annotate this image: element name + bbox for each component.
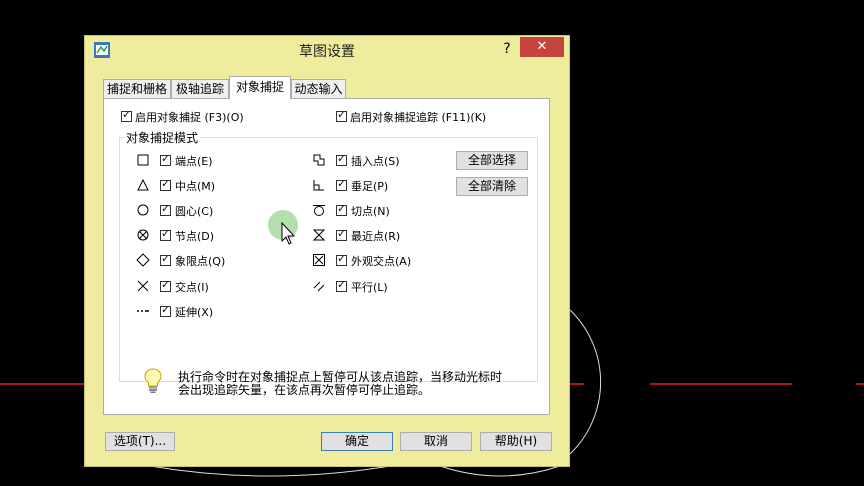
midpoint-checkbox[interactable] bbox=[160, 177, 171, 191]
extension-label: 延伸(X) bbox=[175, 306, 214, 319]
endpoint-label: 端点(E) bbox=[175, 155, 213, 168]
cancel-button[interactable]: 取消 bbox=[400, 432, 472, 451]
intersection-checkbox[interactable] bbox=[160, 278, 171, 292]
tangent-checkbox[interactable] bbox=[336, 202, 347, 216]
nearest-marker-icon bbox=[312, 229, 326, 241]
extension-checkbox[interactable] bbox=[160, 303, 171, 317]
tab-object-snap[interactable]: 对象捕捉 bbox=[229, 76, 291, 99]
mouse-cursor-icon bbox=[268, 210, 298, 245]
close-button[interactable]: ✕ bbox=[520, 37, 564, 57]
snap-modes-group: 对象捕捉模式 端点(E) 中点(M) 圆心(C) 节点(D) 象限点(Q) 交点… bbox=[119, 129, 538, 382]
options-button[interactable]: 选项(T)... bbox=[105, 432, 175, 451]
center-label: 圆心(C) bbox=[175, 205, 214, 218]
node-checkbox[interactable] bbox=[160, 227, 171, 241]
circle-marker-icon bbox=[137, 204, 149, 216]
perpendicular-marker-icon bbox=[313, 180, 324, 191]
tracking-hint: 执行命令时在对象捕捉点上暂停可从该点追踪，当移动光标时 会出现追踪矢量，在该点再… bbox=[178, 371, 502, 397]
quadrant-label: 象限点(Q) bbox=[175, 255, 226, 268]
perpendicular-label: 垂足(P) bbox=[351, 180, 389, 193]
parallel-marker-icon bbox=[313, 281, 325, 292]
enable-osnap-label: 启用对象捕捉 (F3)(O) bbox=[135, 111, 244, 124]
ok-button[interactable]: 确定 bbox=[321, 432, 393, 451]
group-title: 对象捕捉模式 bbox=[124, 129, 201, 146]
quadrant-checkbox[interactable] bbox=[160, 252, 171, 266]
triangle-marker-icon bbox=[137, 178, 149, 191]
circle-arc bbox=[569, 309, 602, 455]
tangent-label: 切点(N) bbox=[351, 205, 390, 218]
apparent-intersection-marker-icon bbox=[313, 254, 325, 266]
midpoint-label: 中点(M) bbox=[175, 180, 216, 193]
center-checkbox[interactable] bbox=[160, 202, 171, 216]
enable-tracking-checkbox[interactable] bbox=[336, 108, 347, 122]
hint-line-2: 会出现追踪矢量，在该点再次暂停可停止追踪。 bbox=[178, 383, 431, 397]
enable-tracking-label: 启用对象捕捉追踪 (F11)(K) bbox=[350, 111, 487, 124]
tangent-marker-icon bbox=[313, 205, 325, 216]
diamond-marker-icon bbox=[136, 253, 150, 267]
apparent-intersection-checkbox[interactable] bbox=[336, 252, 347, 266]
intersection-label: 交点(I) bbox=[175, 281, 209, 294]
tab-snap-grid[interactable]: 捕捉和栅格 bbox=[103, 79, 171, 98]
node-label: 节点(D) bbox=[175, 230, 215, 243]
parallel-label: 平行(L) bbox=[351, 281, 388, 294]
drafting-settings-dialog: 草图设置 ? ✕ 捕捉和栅格 极轴追踪 对象捕捉 动态输入 启用对象捕捉 (F3… bbox=[84, 35, 570, 467]
enable-osnap-checkbox[interactable] bbox=[121, 108, 132, 122]
insertion-marker-icon bbox=[313, 154, 325, 166]
help-button[interactable]: ? bbox=[497, 39, 517, 59]
node-marker-icon bbox=[137, 229, 149, 241]
apparent-intersection-label: 外观交点(A) bbox=[351, 255, 412, 268]
nearest-label: 最近点(R) bbox=[351, 230, 401, 243]
title-bar[interactable]: 草图设置 ? ✕ bbox=[85, 36, 569, 64]
square-marker-icon bbox=[137, 154, 149, 166]
lightbulb-icon bbox=[144, 368, 162, 393]
cross-marker-icon bbox=[137, 280, 149, 292]
circle-arc bbox=[149, 465, 391, 477]
circle-arc bbox=[439, 465, 561, 477]
select-all-button[interactable]: 全部选择 bbox=[456, 151, 528, 170]
perpendicular-checkbox[interactable] bbox=[336, 177, 347, 191]
extension-marker-icon bbox=[137, 310, 149, 312]
endpoint-checkbox[interactable] bbox=[160, 152, 171, 166]
clear-all-button[interactable]: 全部清除 bbox=[456, 177, 528, 196]
tab-polar-tracking[interactable]: 极轴追踪 bbox=[171, 79, 229, 98]
nearest-checkbox[interactable] bbox=[336, 227, 347, 241]
tab-dynamic-input[interactable]: 动态输入 bbox=[291, 79, 346, 98]
help-dialog-button[interactable]: 帮助(H) bbox=[480, 432, 552, 451]
insertion-checkbox[interactable] bbox=[336, 152, 347, 166]
parallel-checkbox[interactable] bbox=[336, 278, 347, 292]
insertion-label: 插入点(S) bbox=[351, 155, 400, 168]
object-snap-panel: 启用对象捕捉 (F3)(O) 启用对象捕捉追踪 (F11)(K) 对象捕捉模式 … bbox=[103, 98, 550, 415]
